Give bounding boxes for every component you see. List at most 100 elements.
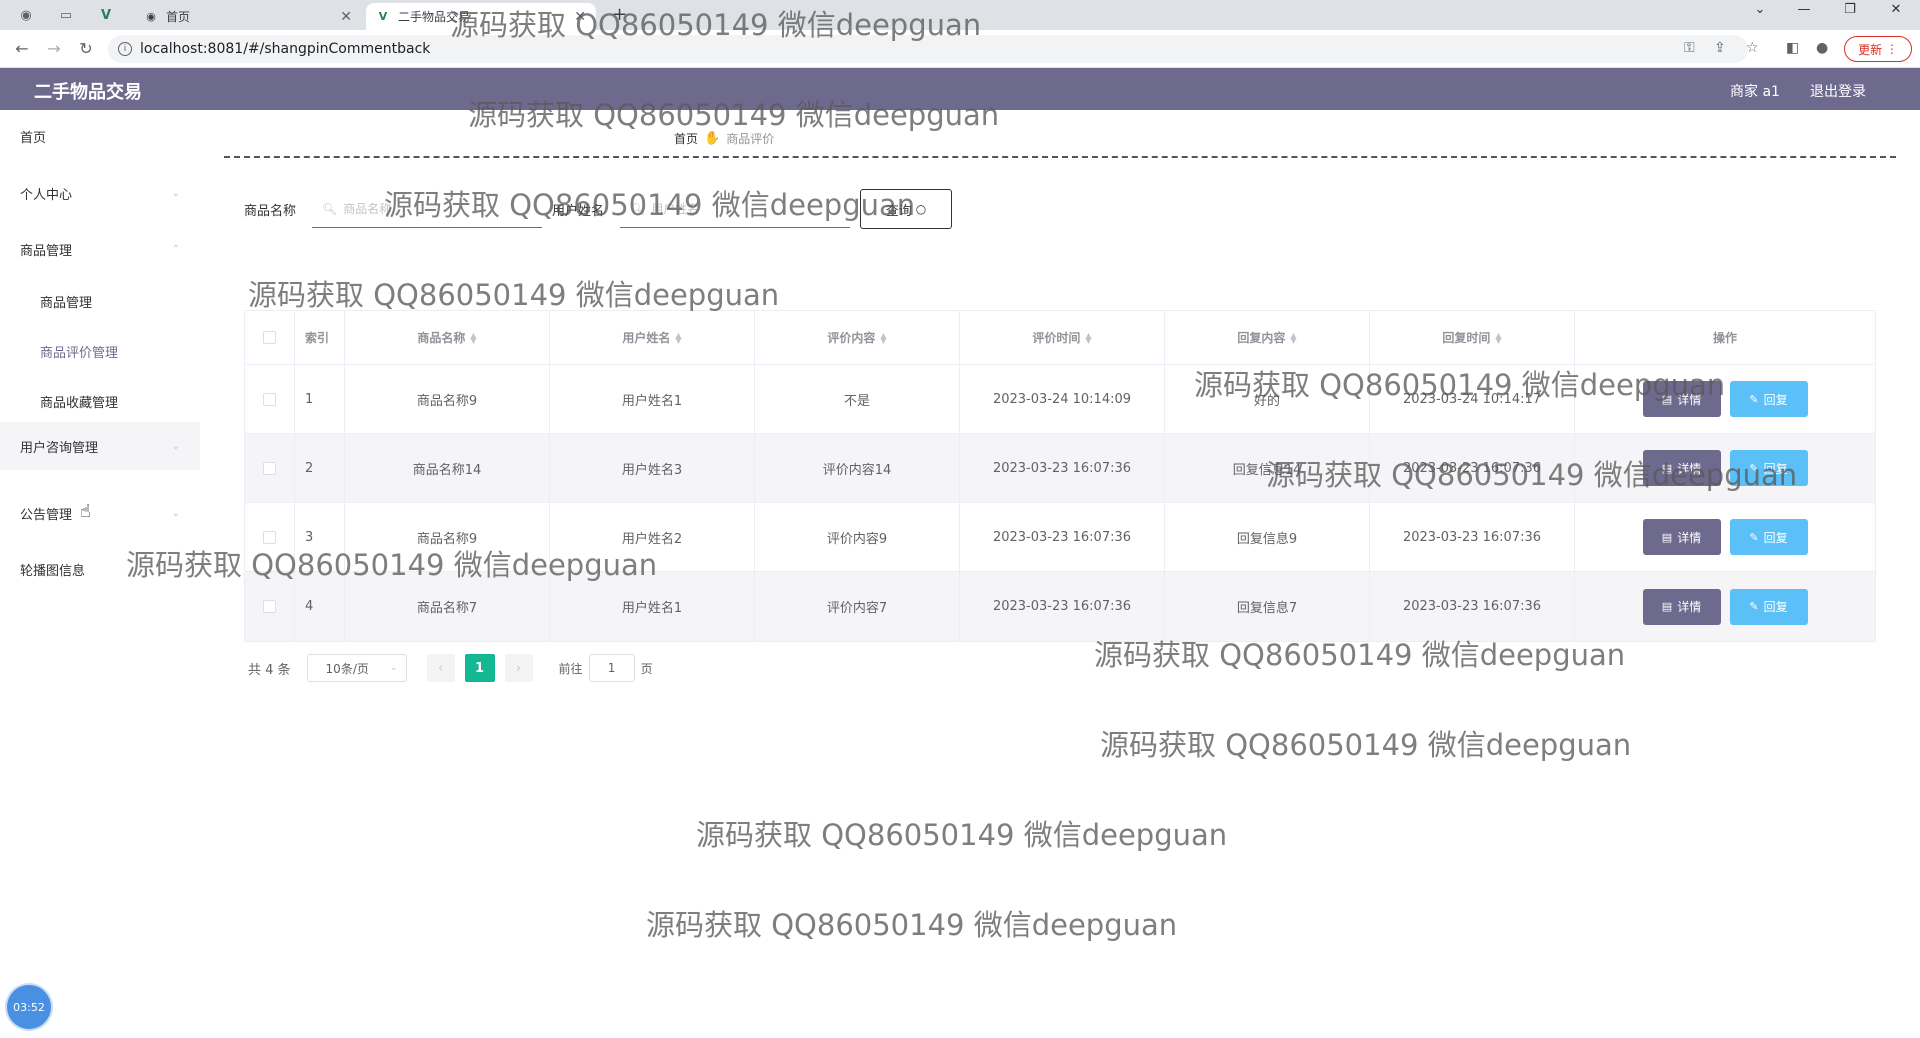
profile-icon[interactable]: ● — [1816, 40, 1828, 56]
row-checkbox[interactable] — [263, 600, 276, 613]
sidebar-item-carousel[interactable]: 轮播图信息 — [0, 549, 200, 589]
address-bar[interactable]: i localhost:8081/#/shangpinCommentback — [108, 35, 1748, 63]
tab-globe-icon[interactable]: ◉ — [14, 3, 38, 27]
row-checkbox[interactable] — [263, 530, 276, 544]
minimize-icon[interactable]: — — [1784, 2, 1824, 17]
sidebar-item-label: 商品收藏管理 — [40, 395, 119, 411]
tab-blank-icon[interactable]: ▭ — [54, 3, 78, 27]
page-size-value: 10条/页 — [325, 661, 369, 676]
app-header: 二手物品交易 商家 a1 退出登录 — [0, 68, 1920, 110]
header-reply[interactable]: 回复内容 ▲ ▼ — [1165, 311, 1370, 364]
cell-time: 2023-03-24 10:14:09 — [960, 365, 1165, 433]
table-row: 1 商品名称9 用户姓名1 不是 2023-03-24 10:14:09 好的 … — [245, 365, 1875, 434]
tab-search-icon[interactable]: ⌄ — [1740, 2, 1780, 17]
sidebar-item-product-mgmt[interactable]: 商品管理 ⌃ — [0, 229, 200, 269]
header-user[interactable]: 用户姓名 ▲ ▼ — [550, 311, 755, 364]
divider — [224, 156, 1896, 158]
chevron-down-icon: ⌄ — [171, 440, 180, 452]
window-close-icon[interactable]: ✕ — [1876, 2, 1916, 17]
browser-tab-active[interactable]: V 二手物品交易 ✕ — [366, 3, 596, 30]
cell-reply: 好的 — [1165, 365, 1370, 433]
sidebar-subitem-comments[interactable]: 商品评价管理 — [0, 331, 200, 371]
restore-icon[interactable]: ❐ — [1830, 2, 1870, 17]
update-button[interactable]: 更新 ⋮ — [1844, 36, 1912, 62]
sidebar-subitem-favorites[interactable]: 商品收藏管理 — [0, 381, 200, 421]
cell-actions: ▤ 详情 ✎ 回复 — [1575, 503, 1875, 571]
close-icon[interactable]: ✕ — [574, 9, 586, 25]
query-button[interactable]: 查询 ○ — [860, 189, 952, 229]
breadcrumb-home[interactable]: 首页 — [674, 130, 698, 147]
cell-user: 用户姓名1 — [550, 365, 755, 433]
star-icon[interactable]: ☆ — [1746, 40, 1759, 56]
header-label: 索引 — [305, 331, 330, 345]
sidebar-subitem-products[interactable]: 商品管理 — [0, 281, 200, 321]
key-icon[interactable]: ⚿ — [1684, 40, 1695, 56]
reply-label: 回复 — [1763, 530, 1788, 545]
header-label: 操作 — [1712, 331, 1737, 345]
sort-icon[interactable]: ▲ ▼ — [675, 331, 681, 344]
detail-button[interactable]: ▤ 详情 — [1642, 588, 1721, 625]
user-name-input-wrap[interactable]: 🔍︎ — [620, 190, 850, 228]
user-name-input[interactable] — [651, 201, 832, 216]
detail-button[interactable]: ▤ 详情 — [1642, 381, 1721, 417]
reply-button[interactable]: ✎ 回复 — [1729, 588, 1808, 625]
edit-icon: ✎ — [1749, 600, 1759, 613]
detail-button[interactable]: ▤ 详情 — [1642, 519, 1721, 555]
info-icon[interactable]: i — [118, 42, 132, 56]
row-checkbox-cell — [245, 572, 295, 641]
product-name-input-wrap[interactable]: 🔍︎ — [312, 190, 542, 228]
header-label: 用户姓名 — [622, 331, 671, 345]
next-page-button[interactable]: › — [504, 654, 533, 682]
header-product[interactable]: 商品名称 ▲ ▼ — [345, 311, 550, 364]
sort-icon[interactable]: ▲ ▼ — [1290, 331, 1296, 344]
prev-page-button[interactable]: ‹ — [426, 654, 455, 682]
cell-reply: 回复信息7 — [1165, 572, 1370, 641]
sort-icon[interactable]: ▲ ▼ — [470, 331, 476, 344]
cell-user: 用户姓名2 — [550, 503, 755, 571]
share-icon[interactable]: ⇪ — [1714, 40, 1726, 56]
cell-time: 2023-03-23 16:07:36 — [960, 434, 1165, 502]
table-row: 2 商品名称14 用户姓名3 评价内容14 2023-03-23 16:07:3… — [245, 434, 1875, 503]
sort-icon[interactable]: ▲ ▼ — [1495, 331, 1501, 344]
header-content[interactable]: 评价内容 ▲ ▼ — [755, 311, 960, 364]
hand-cursor-icon: ☝ — [80, 501, 91, 522]
logout-link[interactable]: 退出登录 — [1810, 81, 1866, 101]
back-icon[interactable]: ← — [12, 39, 32, 58]
chevron-up-icon: ⌃ — [171, 243, 180, 255]
detail-button[interactable]: ▤ 详情 — [1642, 450, 1721, 486]
sidebar-item-notice[interactable]: 公告管理 ⌄ — [0, 493, 200, 533]
page-number-current[interactable]: 1 — [464, 654, 495, 682]
browser-tab-home[interactable]: ◉ 首页 ✕ — [134, 3, 362, 30]
cell-reply-time: 2023-03-23 16:07:36 — [1370, 434, 1575, 502]
reply-button[interactable]: ✎ 回复 — [1729, 381, 1808, 417]
close-icon[interactable]: ✕ — [340, 9, 352, 25]
cell-content: 评价内容14 — [755, 434, 960, 502]
forward-icon[interactable]: → — [44, 39, 64, 58]
header-index: 索引 — [295, 311, 345, 364]
row-checkbox[interactable] — [263, 392, 276, 406]
new-tab-icon[interactable]: + — [612, 4, 627, 25]
sidebar-item-profile[interactable]: 个人中心 ⌄ — [0, 173, 200, 213]
sort-icon[interactable]: ▲ ▼ — [880, 331, 886, 344]
cell-index: 1 — [295, 365, 345, 433]
cell-user: 用户姓名1 — [550, 572, 755, 641]
product-name-input[interactable] — [343, 201, 524, 216]
row-checkbox[interactable] — [263, 461, 276, 475]
tab-title: 二手物品交易 — [398, 10, 471, 24]
goto-page-input[interactable]: 1 — [588, 654, 635, 682]
sidepanel-icon[interactable]: ◧ — [1786, 40, 1799, 56]
header-reply-time[interactable]: 回复时间 ▲ ▼ — [1370, 311, 1575, 364]
globe-icon: ◉ — [146, 10, 156, 23]
reload-icon[interactable]: ↻ — [76, 39, 96, 58]
reply-button[interactable]: ✎ 回复 — [1729, 450, 1808, 486]
header-time[interactable]: 评价时间 ▲ ▼ — [960, 311, 1165, 364]
reply-button[interactable]: ✎ 回复 — [1729, 519, 1808, 555]
tab-vue-icon[interactable]: V — [94, 3, 118, 27]
sort-icon[interactable]: ▲ ▼ — [1085, 331, 1091, 344]
sidebar-item-home[interactable]: 首页 — [0, 116, 200, 156]
select-all-checkbox[interactable] — [263, 331, 276, 344]
sidebar-item-consult[interactable]: 用户咨询管理 ⌄ — [0, 422, 200, 470]
cell-time: 2023-03-23 16:07:36 — [960, 572, 1165, 641]
page-size-select[interactable]: 10条/页 ⌄ — [306, 654, 407, 682]
document-icon: ▤ — [1661, 392, 1673, 406]
